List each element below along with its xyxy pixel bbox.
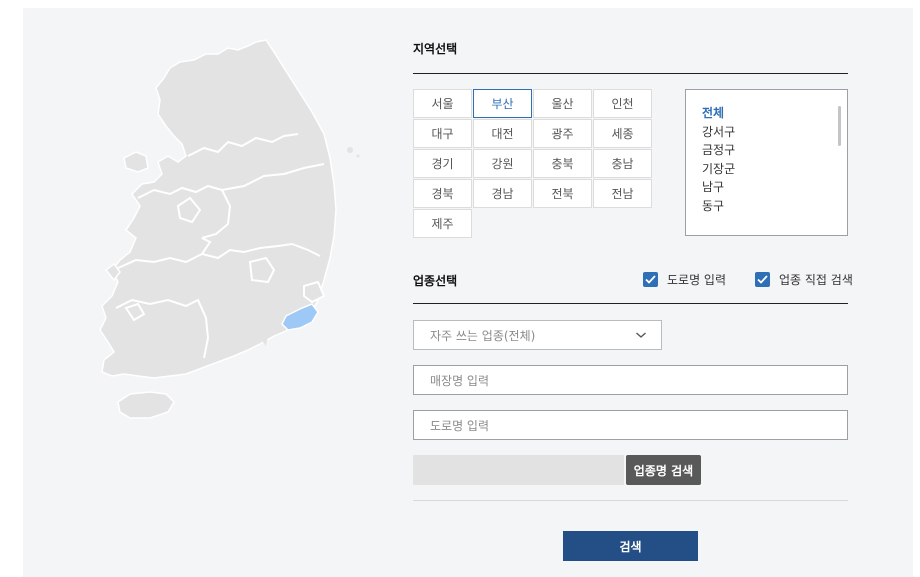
checkbox-checked-icon [755, 272, 770, 287]
business-section-divider [413, 303, 848, 304]
region-button-daegu[interactable]: 대구 [413, 119, 472, 148]
district-item-all[interactable]: 전체 [702, 104, 847, 123]
region-section-divider [413, 73, 848, 74]
map-gyeonggi-coast [123, 151, 149, 173]
search-button[interactable]: 검색 [563, 531, 698, 561]
map-region-jeju [117, 391, 175, 419]
business-name-field[interactable] [413, 455, 624, 485]
store-name-placeholder: 매장명 입력 [430, 373, 490, 388]
form-divider [413, 500, 848, 501]
region-button-jeonnam[interactable]: 전남 [593, 179, 652, 208]
district-scrollbar[interactable] [838, 106, 841, 146]
region-button-ulsan[interactable]: 울산 [533, 89, 592, 118]
region-button-busan[interactable]: 부산 [473, 89, 532, 118]
store-name-input[interactable]: 매장명 입력 [413, 365, 848, 395]
road-name-input-label: 도로명 입력 [667, 273, 727, 287]
korea-region-map[interactable] [78, 38, 368, 428]
district-item-geumjeong[interactable]: 금정구 [702, 141, 847, 160]
business-search-button[interactable]: 업종명 검색 [626, 455, 701, 485]
region-button-gwangju[interactable]: 광주 [533, 119, 592, 148]
region-button-incheon[interactable]: 인천 [593, 89, 652, 118]
category-select[interactable]: 자주 쓰는 업종(전체) [413, 320, 662, 350]
district-item-gijang[interactable]: 기장군 [702, 160, 847, 179]
district-item-nam[interactable]: 남구 [702, 178, 847, 197]
region-section-title: 지역선택 [413, 42, 458, 56]
road-name-input[interactable]: 도로명 입력 [413, 410, 848, 440]
region-button-gyeonggi[interactable]: 경기 [413, 149, 472, 178]
region-button-sejong[interactable]: 세종 [593, 119, 652, 148]
region-button-gyeongnam[interactable]: 경남 [473, 179, 532, 208]
district-list: 전체 강서구 금정구 기장군 남구 동구 [686, 90, 847, 216]
road-name-placeholder: 도로명 입력 [430, 418, 490, 433]
direct-search-checkbox[interactable]: 업종 직접 검색 [755, 271, 853, 288]
region-button-seoul[interactable]: 서울 [413, 89, 472, 118]
road-name-input-checkbox[interactable]: 도로명 입력 [643, 271, 726, 288]
checkbox-checked-icon [643, 272, 658, 287]
direct-search-label: 업종 직접 검색 [779, 273, 853, 287]
map-island-ulleung [347, 147, 353, 153]
region-button-chungnam[interactable]: 충남 [593, 149, 652, 178]
region-button-gangwon[interactable]: 강원 [473, 149, 532, 178]
business-section-title: 업종선택 [413, 274, 458, 288]
map-island-dokdo [356, 154, 360, 158]
chevron-down-icon [635, 329, 647, 344]
region-button-daejeon[interactable]: 대전 [473, 119, 532, 148]
region-button-chungbuk[interactable]: 충북 [533, 149, 592, 178]
district-item-dong[interactable]: 동구 [702, 197, 847, 216]
region-button-jeju[interactable]: 제주 [413, 209, 472, 238]
region-button-gyeongbuk[interactable]: 경북 [413, 179, 472, 208]
district-item-gangseo[interactable]: 강서구 [702, 123, 847, 142]
district-list-box[interactable]: 전체 강서구 금정구 기장군 남구 동구 [685, 89, 848, 236]
region-button-jeonbuk[interactable]: 전북 [533, 179, 592, 208]
category-select-value: 자주 쓰는 업종(전체) [430, 328, 536, 343]
